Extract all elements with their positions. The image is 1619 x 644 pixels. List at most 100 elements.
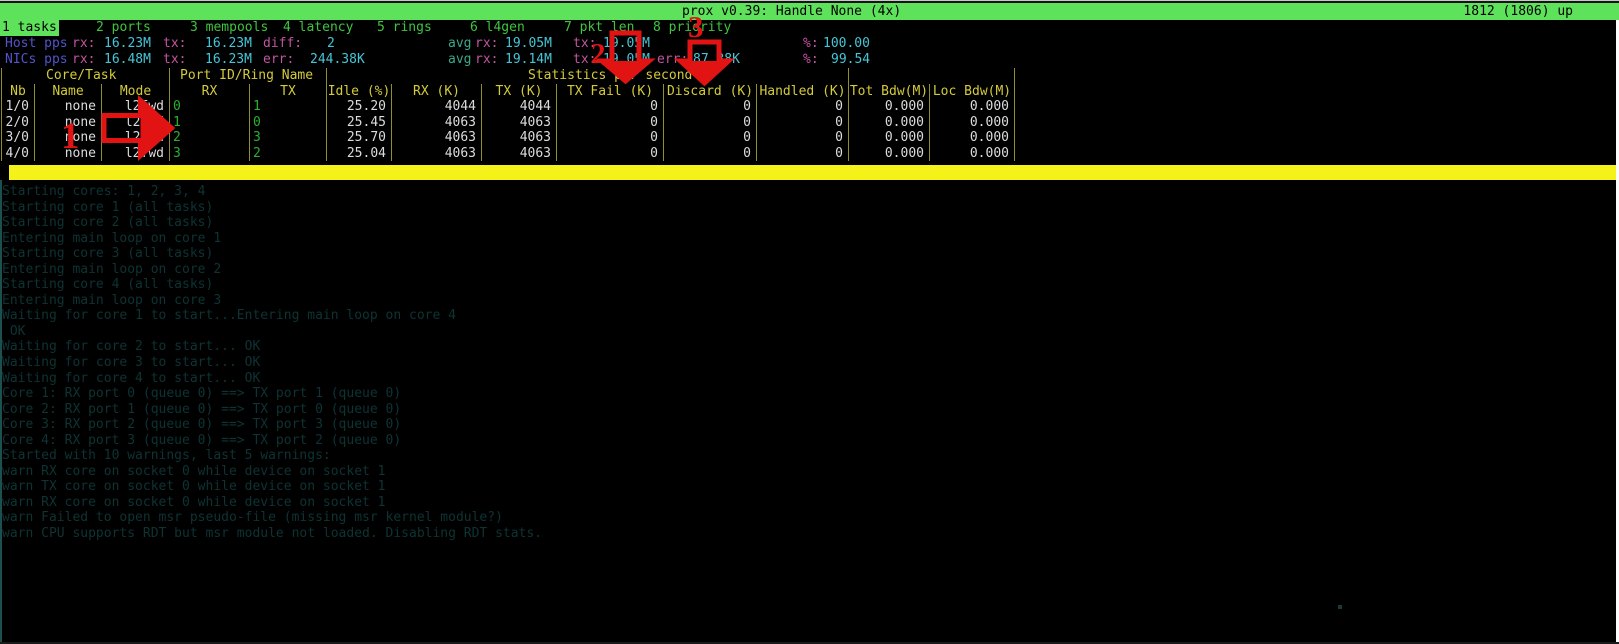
uptime-counter: 1812 (1806) up [1463, 3, 1573, 20]
tab-l4gen[interactable]: 6 l4gen [470, 20, 525, 36]
cell-loc-bdw: 0.000 [930, 146, 1015, 162]
tab-rings[interactable]: 5 rings [377, 20, 432, 36]
log-line: warn TX core on socket 0 while device on… [2, 479, 1612, 495]
col-header-idle: Idle (%) [327, 84, 392, 100]
nics-label: NICs pps [5, 52, 68, 68]
nics-rx-value: 16.48M [104, 52, 151, 68]
cell-tx-k: 4063 [482, 146, 557, 162]
cell-mode: l2fwd [102, 146, 170, 162]
cell-tot-bdw: 0.000 [849, 99, 930, 115]
cell-loc-bdw: 0.000 [930, 115, 1015, 131]
group-separator [1, 68, 2, 84]
host-pct-label: %: [803, 36, 819, 52]
cell-handled: 0 [757, 99, 849, 115]
cell-rx-k: 4063 [392, 130, 482, 146]
title-bar: prox v0.39: Handle None (4x) 1812 (1806)… [0, 3, 1619, 20]
tab-latency[interactable]: 4 latency [283, 20, 353, 36]
nics-avg-tx-value: 19.05M [603, 52, 650, 68]
cell-rx-port: 0 [170, 99, 250, 115]
tab-priority[interactable]: 8 priority [653, 20, 731, 36]
col-header-nb: Nb [2, 84, 35, 100]
nics-pct-value: 99.54 [831, 52, 870, 68]
host-pct-value: 100.00 [823, 36, 870, 52]
cell-tx-k: 4063 [482, 115, 557, 131]
log-line: OK [2, 324, 1612, 340]
tab-pkt-len[interactable]: 7 pkt len [564, 20, 634, 36]
log-line: Core 1: RX port 0 (queue 0) ==> TX port … [2, 386, 1612, 402]
cell-handled: 0 [757, 130, 849, 146]
host-diff-label: diff: [263, 36, 302, 52]
col-header-name: Name [35, 84, 102, 100]
nics-pct-label: %: [803, 52, 819, 68]
col-header-handled: Handled (K) [757, 84, 849, 100]
cell-tx-k: 4044 [482, 99, 557, 115]
app-title: prox v0.39: Handle None (4x) [682, 3, 901, 20]
nics-rx-label: rx: [72, 52, 95, 68]
cell-tx-fail: 0 [557, 115, 664, 131]
tab-tasks[interactable]: 1 tasks [0, 20, 59, 36]
log-line: Starting core 3 (all tasks) [2, 246, 1612, 262]
nics-tx-label: tx: [163, 52, 186, 68]
group-port-id-ring-name: Port ID/Ring Name [180, 68, 313, 84]
log-line: Starting core 1 (all tasks) [2, 200, 1612, 216]
cell-tot-bdw: 0.000 [849, 130, 930, 146]
host-tx-value: 16.23M [205, 36, 252, 52]
cell-name: none [35, 146, 102, 162]
nics-stats-line: NICs pps rx: 16.48M tx: 16.23M err: 244.… [0, 52, 1619, 68]
log-line: Core 3: RX port 2 (queue 0) ==> TX port … [2, 417, 1612, 433]
host-avg-tx-value: 19.05M [603, 36, 650, 52]
col-header-discard: Discard (K) [664, 84, 757, 100]
host-rx-label: rx: [72, 36, 95, 52]
log-line: Entering main loop on core 3 [2, 293, 1612, 309]
yellow-bar-left-notch [0, 165, 9, 180]
log-line: warn Failed to open msr pseudo-file (mis… [2, 510, 1612, 526]
cell-idle: 25.70 [327, 130, 392, 146]
console-log: Starting cores: 1, 2, 3, 4 Starting core… [2, 184, 1612, 542]
nics-avg-rx-label: rx: [475, 52, 498, 68]
nics-tx-value: 16.23M [205, 52, 252, 68]
cell-rx-k: 4063 [392, 115, 482, 131]
host-stats-line: Host pps rx: 16.23M tx: 16.23M diff: 2 a… [0, 36, 1619, 52]
tab-mempools[interactable]: 3 mempools [190, 20, 268, 36]
core-task-stats-table: Nb Name Mode RX TX Idle (%) RX (K) TX (K… [1, 84, 1015, 162]
cell-tx-fail: 0 [557, 146, 664, 162]
nics-avg-rx-value: 19.14M [505, 52, 552, 68]
col-header-loc-bdw: Loc Bdw(M) [930, 84, 1015, 100]
cell-rx-port: 1 [170, 115, 250, 131]
cell-mode: l2fwd [102, 130, 170, 146]
cell-tx-port: 1 [250, 99, 327, 115]
col-header-rx-k: RX (K) [392, 84, 482, 100]
cell-idle: 25.45 [327, 115, 392, 131]
log-line: warn RX core on socket 0 while device on… [2, 464, 1612, 480]
cell-tx-port: 2 [250, 146, 327, 162]
cell-discard: 0 [664, 99, 757, 115]
host-avg-tx-label: tx: [573, 36, 596, 52]
cell-tx-port: 0 [250, 115, 327, 131]
cell-idle: 25.20 [327, 99, 392, 115]
cell-discard: 0 [664, 115, 757, 131]
table-group-header-row: Core/Task Port ID/Ring Name Statistics p… [0, 68, 1014, 84]
cell-tx-fail: 0 [557, 99, 664, 115]
log-line: Started with 10 warnings, last 5 warning… [2, 448, 1612, 464]
cell-tx-k: 4063 [482, 130, 557, 146]
tab-ports[interactable]: 2 ports [96, 20, 151, 36]
log-line: Starting cores: 1, 2, 3, 4 [2, 184, 1612, 200]
group-separator [169, 68, 170, 84]
log-line: Waiting for core 3 to start... OK [2, 355, 1612, 371]
cell-loc-bdw: 0.000 [930, 130, 1015, 146]
cell-mode: l2fwd [102, 115, 170, 131]
cell-rx-k: 4044 [392, 99, 482, 115]
cell-loc-bdw: 0.000 [930, 99, 1015, 115]
cell-tx-fail: 0 [557, 130, 664, 146]
cell-tot-bdw: 0.000 [849, 146, 930, 162]
host-avg-label: avg [448, 36, 471, 52]
console-left-edge [0, 180, 2, 644]
cell-handled: 0 [757, 115, 849, 131]
host-tx-label: tx: [163, 36, 186, 52]
cell-name: none [35, 130, 102, 146]
cell-rx-port: 3 [170, 146, 250, 162]
log-line: Core 4: RX port 3 (queue 0) ==> TX port … [2, 433, 1612, 449]
cell-idle: 25.04 [327, 146, 392, 162]
log-line: warn CPU supports RDT but msr module not… [2, 526, 1612, 542]
host-avg-rx-value: 19.05M [505, 36, 552, 52]
